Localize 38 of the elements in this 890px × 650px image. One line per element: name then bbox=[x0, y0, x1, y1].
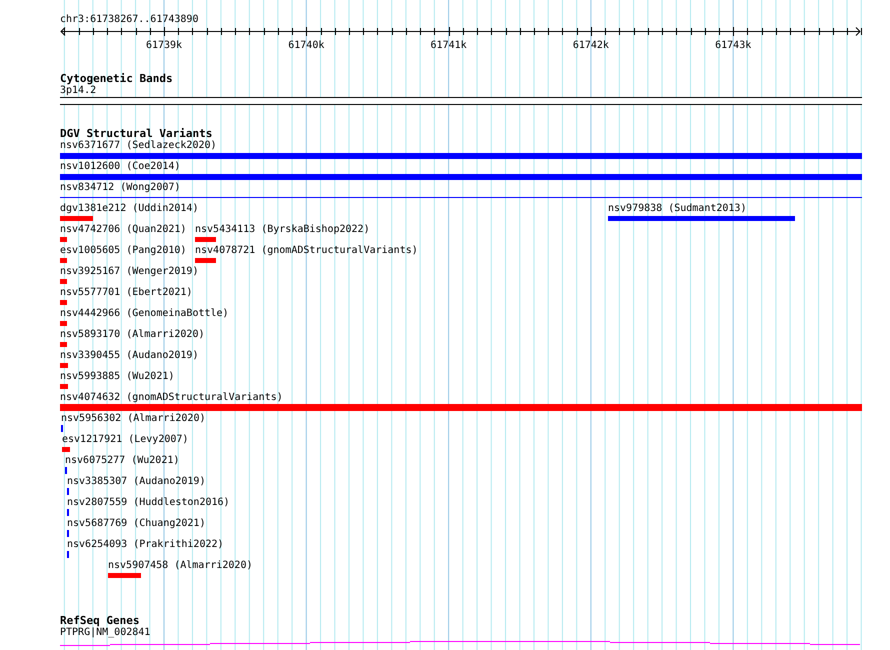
gene-label: PTPRG|NM_002841 bbox=[60, 627, 152, 639]
variant-label: nsv4742706 (Quan2021) bbox=[60, 224, 186, 236]
variant-label: nsv6075277 (Wu2021) bbox=[65, 455, 180, 467]
variant-label: nsv4074632 (gnomADStructuralVariants) bbox=[60, 392, 283, 404]
variant-label: nsv5577701 (Ebert2021) bbox=[60, 287, 192, 299]
variant-label: nsv5434113 (ByrskaBishop2022) bbox=[195, 224, 370, 236]
variant-label: nsv6371677 (Sedlazeck2020) bbox=[60, 140, 217, 152]
track-title: RefSeq Genes bbox=[60, 614, 140, 627]
variant-label: nsv979838 (Sudmant2013) bbox=[608, 203, 746, 215]
tick-label: 61743k bbox=[715, 40, 752, 52]
variant-label: nsv3390455 (Audano2019) bbox=[60, 350, 198, 362]
tick-label: 61741k bbox=[430, 40, 467, 52]
variant-label: nsv5993885 (Wu2021) bbox=[60, 371, 174, 383]
variant-label: esv1005605 (Pang2010) bbox=[60, 245, 186, 257]
location-label: chr3:61738267..61743890 bbox=[60, 13, 200, 26]
variant-label: nsv6254093 (Prakrithi2022) bbox=[67, 539, 224, 551]
variant-label: nsv3385307 (Audano2019) bbox=[67, 476, 206, 488]
variant-label: nsv5956302 (Almarri2020) bbox=[61, 413, 206, 425]
variant-bar[interactable] bbox=[60, 152, 862, 158]
tick-label: 61740k bbox=[288, 40, 324, 52]
tick-label: 61742k bbox=[572, 40, 609, 52]
variant-label: nsv1012600 (Coe2014) bbox=[60, 161, 180, 173]
band-label: 3p14.2 bbox=[60, 85, 98, 97]
variant-label: dgv1381e212 (Uddin2014) bbox=[60, 203, 198, 215]
tick-label: 61739k bbox=[146, 40, 182, 52]
variant-label: nsv5907458 (Almarri2020) bbox=[108, 560, 252, 572]
variant-label: nsv5687769 (Chuang2021) bbox=[67, 518, 206, 530]
variant-label: esv1217921 (Levy2007) bbox=[62, 434, 188, 446]
variant-bar[interactable] bbox=[60, 174, 862, 180]
track-title: Cytogenetic Bands bbox=[60, 72, 174, 85]
variant-label: nsv4442966 (GenomeinaBottle) bbox=[60, 308, 229, 320]
variant-label: nsv4078721 (gnomADStructuralVariants) bbox=[195, 245, 418, 257]
track-title: DGV Structural Variants bbox=[60, 127, 214, 140]
variant-label: nsv5893170 (Almarri2020) bbox=[60, 329, 204, 341]
variant-label: nsv3925167 (Wenger2019) bbox=[60, 266, 198, 278]
variant-label: nsv834712 (Wong2007) bbox=[60, 182, 180, 194]
variant-label: nsv2807559 (Huddleston2016) bbox=[67, 497, 230, 509]
gene-intron-line[interactable] bbox=[60, 641, 860, 646]
